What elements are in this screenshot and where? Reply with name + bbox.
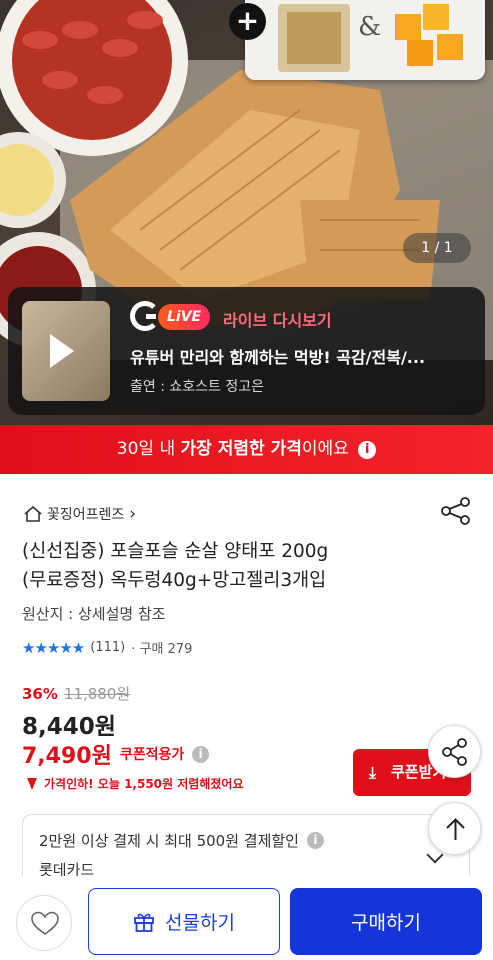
gift-label: 선물하기 xyxy=(165,912,235,934)
star-rating-icon: ★★★★★ xyxy=(22,638,85,657)
home-icon xyxy=(24,506,42,522)
scroll-to-top-button[interactable] xyxy=(428,802,481,855)
live-replay-card[interactable]: LiVE 라이브 다시보기 유튜버 만리와 함께하는 먹방! 곡감/전복/...… xyxy=(8,287,485,415)
live-title: 유튜버 만리와 함께하는 먹방! 곡감/전복/... xyxy=(130,348,426,367)
promo-highlight: 가장 저렴한 가격 xyxy=(180,439,302,459)
product-title-line1: (신선집중) 포슬포슬 순살 양태포 200g xyxy=(22,541,329,562)
price-drop-notice: 가격인하! 오늘 1,550원 저렴해졌어요 xyxy=(24,775,243,792)
product-origin: 원산지 : 상세설명 참조 xyxy=(22,605,166,623)
arrow-down-icon xyxy=(27,777,37,790)
coupon-applied-label: 쿠폰적용가 xyxy=(119,747,185,763)
discount-row: 36% 11,880원 xyxy=(22,683,130,704)
arrow-up-icon xyxy=(446,818,465,840)
download-icon: ⤓ xyxy=(369,763,377,782)
lowest-price-banner[interactable]: 30일 내 가장 저렴한 가격이에요 i xyxy=(0,425,493,474)
live-host: 출연 : 쇼호스트 정고은 xyxy=(130,379,264,395)
g-logo-icon xyxy=(130,301,160,331)
review-count[interactable]: (111) xyxy=(90,640,125,655)
live-replay-label: 라이브 다시보기 xyxy=(223,311,332,330)
bundle-ampersand: & xyxy=(358,12,382,42)
card-offer-line: 2만원 이상 결제 시 최대 500원 결제할인 i xyxy=(39,830,324,851)
gift-icon xyxy=(134,913,154,932)
live-thumbnail[interactable] xyxy=(22,301,110,401)
image-counter: 1 / 1 xyxy=(403,233,471,263)
gift-button[interactable]: 선물하기 xyxy=(88,888,280,955)
sale-price: 8,440원 xyxy=(22,714,116,740)
buy-label: 구매하기 xyxy=(351,912,421,934)
buy-button[interactable]: 구매하기 xyxy=(290,888,482,955)
bottom-action-bar: 선물하기 구매하기 xyxy=(0,876,493,960)
chevron-right-icon: › xyxy=(129,504,137,524)
live-badge: LiVE xyxy=(158,304,211,330)
bundle-plus-icon: + xyxy=(229,3,266,40)
info-icon[interactable]: i xyxy=(306,832,324,849)
product-hero-image[interactable]: + & 1 / 1 LiVE 라이브 다시보기 유튜버 만리와 함께하는 먹방!… xyxy=(0,0,493,425)
store-link[interactable]: 꽃징어프렌즈 › xyxy=(24,504,136,524)
coupon-price: 7,490원 xyxy=(22,744,112,769)
share-icon xyxy=(442,738,467,766)
share-icon[interactable] xyxy=(440,497,472,525)
price-drop-text: 가격인하! 오늘 1,550원 저렴해졌어요 xyxy=(44,777,244,791)
info-icon[interactable]: i xyxy=(358,441,377,459)
play-icon xyxy=(50,334,74,368)
product-title: (신선집중) 포슬포슬 순살 양태포 200g (무료증정) 옥두렁40g+망고… xyxy=(22,537,442,595)
original-price: 11,880원 xyxy=(63,685,131,703)
promo-prefix: 30일 내 xyxy=(116,439,181,459)
card-offer-text: 2만원 이상 결제 시 최대 500원 결제할인 xyxy=(39,832,299,850)
coupon-price-row: 7,490원 쿠폰적용가 i xyxy=(22,738,210,770)
store-name: 꽃징어프렌즈 xyxy=(47,507,125,523)
wishlist-button[interactable] xyxy=(16,895,72,951)
heart-icon xyxy=(31,911,59,935)
floating-share-button[interactable] xyxy=(428,725,481,778)
discount-percent: 36% xyxy=(22,685,58,703)
product-title-line2: (무료증정) 옥두렁40g+망고젤리3개입 xyxy=(22,570,327,591)
rating-row[interactable]: ★★★★★ (111) · 구매 279 xyxy=(22,638,193,658)
info-icon[interactable]: i xyxy=(192,745,210,763)
promo-suffix: 이에요 xyxy=(301,439,349,459)
purchase-count: · 구매 279 xyxy=(131,642,193,657)
